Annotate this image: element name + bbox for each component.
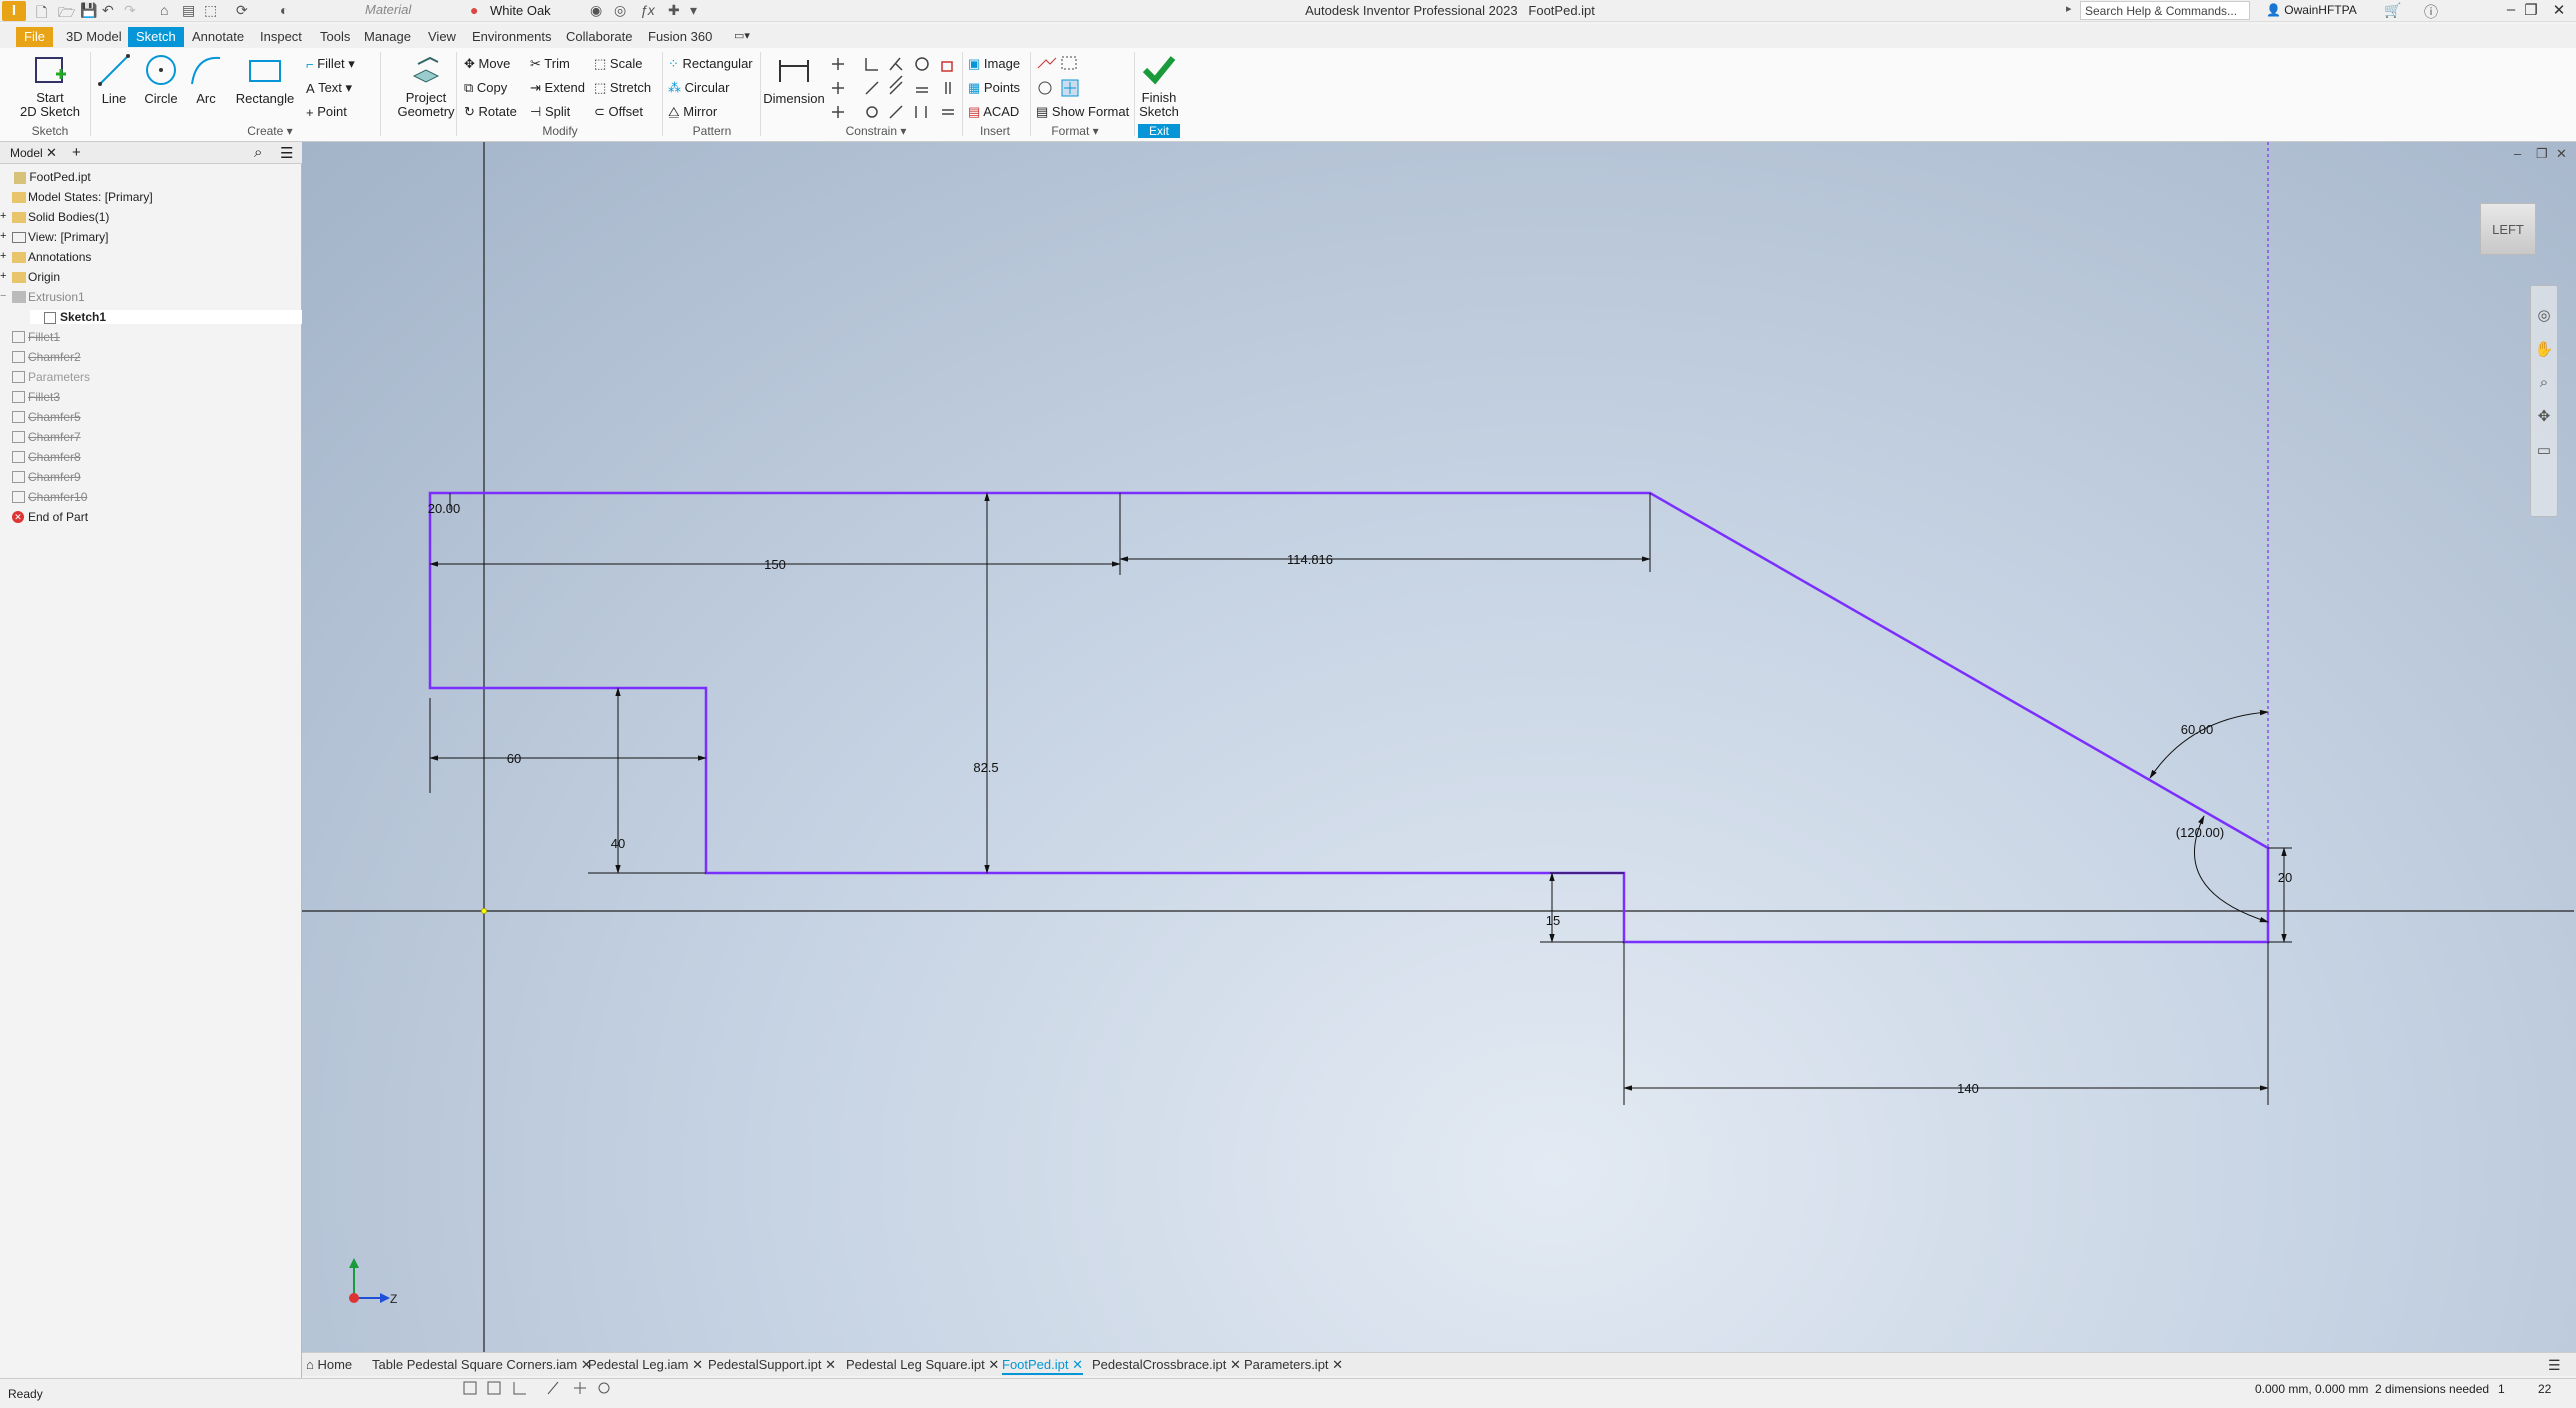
tabs-menu-icon[interactable]: ☰ — [2548, 1357, 2561, 1374]
doc-tab-active[interactable]: FootPed.ipt ✕ — [1002, 1357, 1084, 1375]
axis-triad: Z — [349, 1258, 397, 1306]
viewcube[interactable]: LEFT — [2480, 203, 2536, 255]
look-at-icon[interactable]: ▭ — [2531, 441, 2557, 459]
document-tabs: ⌂ Home Table Pedestal Square Corners.iam… — [302, 1352, 2576, 1376]
close-icon[interactable]: ✕ — [825, 1357, 836, 1372]
home-icon: ⌂ — [306, 1357, 314, 1372]
dim-label-15[interactable]: 15 — [1546, 913, 1560, 928]
close-icon[interactable]: ✕ — [1230, 1357, 1241, 1372]
origin-point[interactable] — [481, 908, 487, 914]
doc-tab[interactable]: PedestalSupport.ipt ✕ — [708, 1357, 836, 1373]
orbit-icon[interactable]: ✥ — [2531, 407, 2557, 425]
doc-tab[interactable]: Pedestal Leg.iam ✕ — [588, 1357, 703, 1373]
status-text: Ready — [8, 1387, 43, 1401]
dim-label-140[interactable]: 140 — [1957, 1081, 1979, 1096]
angle-label-120[interactable]: (120.00) — [2176, 825, 2224, 840]
close-icon[interactable]: ✕ — [988, 1357, 999, 1372]
status-count: 1 — [2498, 1382, 2505, 1396]
doc-tab[interactable]: PedestalCrossbrace.ipt ✕ — [1092, 1357, 1241, 1373]
doc-tab-home[interactable]: ⌂ Home — [306, 1357, 352, 1372]
steering-wheel-icon[interactable]: ◎ — [2531, 306, 2557, 324]
close-icon[interactable]: ✕ — [1072, 1357, 1083, 1372]
dim-label-60[interactable]: 60 — [507, 751, 521, 766]
dim-label-150[interactable]: 150 — [764, 557, 786, 572]
pan-icon[interactable]: ✋ — [2531, 340, 2557, 358]
close-icon[interactable]: ✕ — [1332, 1357, 1343, 1372]
doc-tab[interactable]: Table Pedestal Square Corners.iam ✕ — [372, 1357, 592, 1373]
zoom-icon[interactable]: ⌕ — [2531, 374, 2557, 391]
dim-label-20[interactable]: 20.00 — [428, 501, 461, 516]
sketch-profile[interactable] — [428, 491, 2270, 944]
coordinate-readout: 0.000 mm, 0.000 mm — [2255, 1382, 2369, 1396]
dimensions-needed: 2 dimensions needed — [2375, 1382, 2490, 1396]
navigation-bar: ◎ ✋ ⌕ ✥ ▭ — [2530, 285, 2558, 517]
dim-label-82-5[interactable]: 82.5 — [973, 760, 998, 775]
status-zoom: 22 — [2538, 1382, 2552, 1396]
axis-label-z: Z — [390, 1292, 397, 1306]
status-toolbar-icons[interactable] — [462, 1380, 612, 1396]
dim-label-114-816[interactable]: 114.816 — [1287, 552, 1333, 567]
doc-tab[interactable]: Parameters.ipt ✕ — [1244, 1357, 1343, 1373]
status-bar: Ready 0.000 mm, 0.000 mm 2 dimensions ne… — [0, 1378, 2576, 1408]
doc-tab[interactable]: Pedestal Leg Square.ipt ✕ — [846, 1357, 999, 1373]
sketch-canvas: 20.00 150 114.816 82.5 60 40 15 140 60.0… — [302, 142, 2574, 1352]
angle-label-60[interactable]: 60.00 — [2181, 722, 2214, 737]
inventor-window: { "app":{"title":"Autodesk Inventor Prof… — [0, 0, 2576, 1408]
close-icon[interactable]: ✕ — [692, 1357, 703, 1372]
dim-label-20-right[interactable]: 20 — [2278, 870, 2292, 885]
dim-label-40[interactable]: 40 — [611, 836, 625, 851]
